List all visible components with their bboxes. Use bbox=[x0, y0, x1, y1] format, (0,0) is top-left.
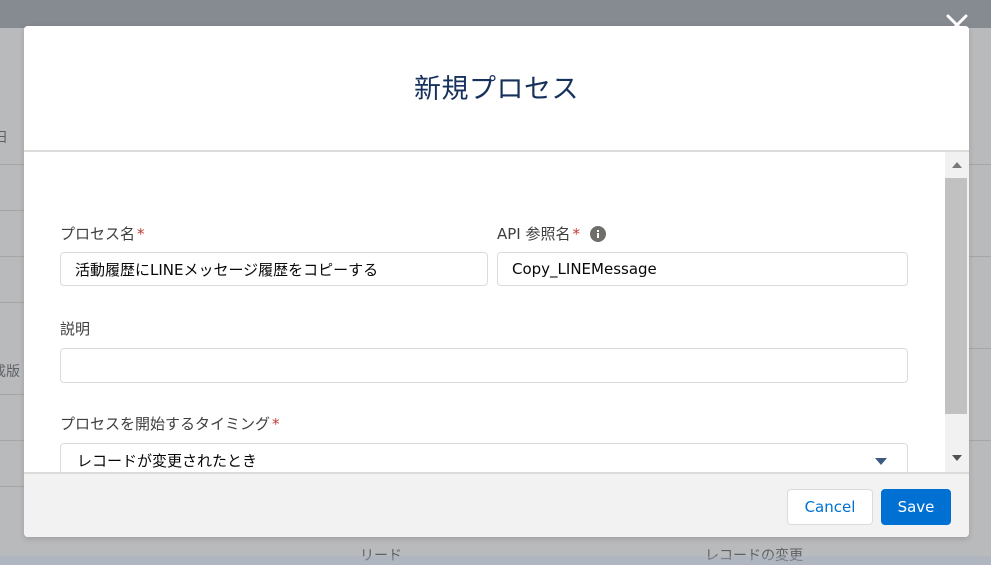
required-mark: * bbox=[137, 225, 145, 243]
description-label-text: 説明 bbox=[60, 320, 91, 338]
start-timing-label: プロセスを開始するタイミング * bbox=[60, 413, 280, 434]
start-timing-label-text: プロセスを開始するタイミング bbox=[60, 415, 271, 433]
info-icon[interactable] bbox=[590, 226, 606, 242]
process-name-label: プロセス名 * bbox=[60, 223, 145, 244]
start-timing-select[interactable]: レコードが変更されたとき bbox=[60, 443, 908, 472]
scroll-up-arrow-icon[interactable] bbox=[952, 162, 962, 168]
scroll-thumb[interactable] bbox=[945, 178, 967, 414]
start-timing-selected: レコードが変更されたとき bbox=[77, 452, 258, 470]
modal-title: 新規プロセス bbox=[414, 74, 579, 105]
modal-footer: Cancel Save bbox=[24, 472, 969, 537]
required-mark: * bbox=[272, 415, 280, 433]
save-button[interactable]: Save bbox=[881, 489, 951, 525]
chevron-down-icon bbox=[875, 458, 887, 465]
process-name-input[interactable]: 活動履歴にLINEメッセージ履歴をコピーする bbox=[60, 252, 488, 286]
modal-header: 新規プロセス bbox=[24, 26, 969, 152]
scroll-down-arrow-icon[interactable] bbox=[952, 455, 962, 461]
process-name-value: 活動履歴にLINEメッセージ履歴をコピーする bbox=[75, 260, 379, 279]
cancel-button[interactable]: Cancel bbox=[787, 489, 873, 525]
api-name-input[interactable]: Copy_LINEMessage bbox=[497, 252, 908, 286]
api-name-label: API 参照名 * bbox=[497, 223, 580, 244]
description-label: 説明 bbox=[60, 318, 90, 339]
api-name-label-text: API 参照名 bbox=[497, 225, 571, 243]
process-name-label-text: プロセス名 bbox=[60, 225, 136, 243]
required-mark: * bbox=[572, 225, 581, 243]
api-name-value: Copy_LINEMessage bbox=[512, 260, 657, 278]
modal-body: プロセス名 * 活動履歴にLINEメッセージ履歴をコピーする API 参照名 * C… bbox=[24, 152, 969, 472]
new-process-modal: 新規プロセス プロセス名 * 活動履歴にLINEメッセージ履歴をコピーする API… bbox=[24, 26, 969, 537]
description-input[interactable] bbox=[60, 348, 908, 383]
modal-body-scrollbar[interactable] bbox=[945, 152, 969, 472]
